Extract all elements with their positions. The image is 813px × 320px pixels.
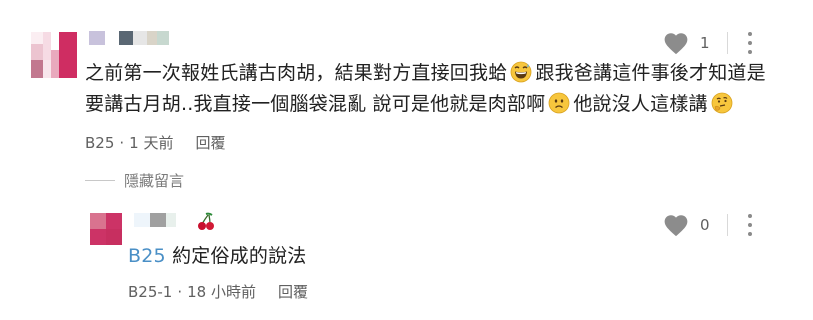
avatar[interactable] bbox=[31, 32, 77, 78]
reply-author-name-pixelated[interactable] bbox=[134, 213, 184, 227]
heart-icon bbox=[664, 33, 688, 55]
reply-mention[interactable]: B25 bbox=[128, 245, 166, 267]
reply-like-count: 0 bbox=[700, 216, 710, 234]
hide-replies-line bbox=[85, 180, 115, 181]
like-button[interactable] bbox=[663, 31, 691, 55]
cherry-icon bbox=[198, 212, 214, 230]
divider bbox=[727, 214, 728, 236]
reply-more-options-icon[interactable] bbox=[747, 214, 753, 236]
comment-text: 之前第一次報姓氏講古肉胡，結果對方直接回我蛤 跟我爸講這件事後才知道是 要講古月… bbox=[85, 61, 766, 115]
author-id[interactable]: B25 bbox=[85, 134, 114, 152]
reply-like-button[interactable] bbox=[663, 213, 691, 237]
comment-meta: B25 · 1 天前 回覆 bbox=[85, 134, 226, 152]
worried-face-emoji bbox=[548, 92, 570, 114]
like-count: 1 bbox=[700, 34, 710, 52]
reply-button[interactable]: 回覆 bbox=[195, 134, 225, 152]
reply-author-id[interactable]: B25-1 bbox=[128, 283, 172, 301]
more-options-icon[interactable] bbox=[747, 32, 753, 54]
reply-meta: B25-1 · 18 小時前 回覆 bbox=[128, 283, 308, 301]
reply-timestamp[interactable]: 18 小時前 bbox=[187, 283, 256, 301]
divider bbox=[727, 32, 728, 54]
hide-replies-label: 隱藏留言 bbox=[124, 172, 185, 190]
hide-replies-toggle[interactable]: 隱藏留言 bbox=[85, 170, 184, 191]
heart-icon bbox=[664, 215, 688, 237]
timestamp[interactable]: 1 天前 bbox=[129, 134, 173, 152]
reply-reply-button[interactable]: 回覆 bbox=[278, 283, 308, 301]
author-name-pixelated[interactable] bbox=[89, 31, 169, 45]
reply-text: B25 約定俗成的說法 bbox=[128, 245, 307, 267]
reply-avatar[interactable] bbox=[90, 213, 122, 245]
thinking-face-emoji bbox=[711, 92, 733, 114]
grinning-sweat-emoji bbox=[511, 61, 532, 83]
